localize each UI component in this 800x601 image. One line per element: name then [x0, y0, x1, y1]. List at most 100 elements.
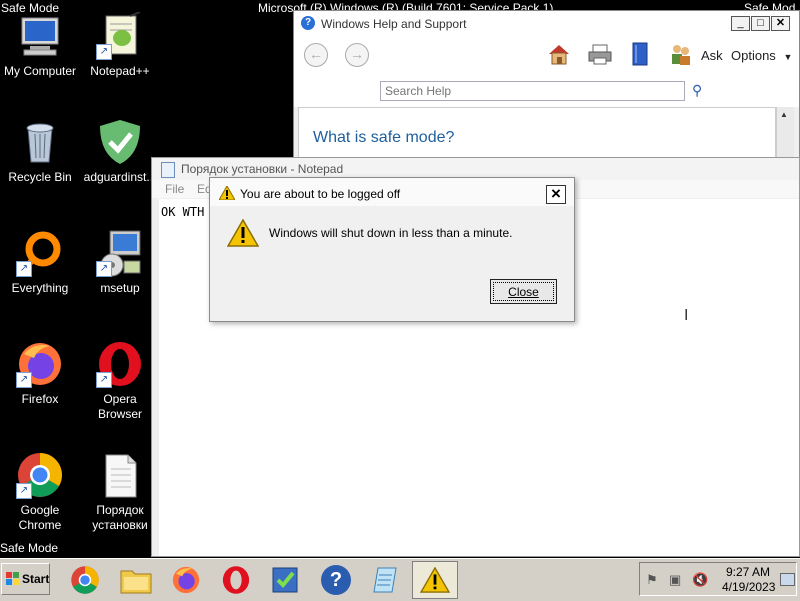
help-question-icon: ? — [321, 565, 351, 595]
dialog-close-x-button[interactable]: × — [546, 185, 566, 204]
scroll-up-icon[interactable]: ▲ — [780, 110, 788, 119]
desktop-icon-order-file[interactable]: Порядок установки — [80, 451, 160, 533]
search-help-input[interactable] — [380, 81, 685, 101]
chrome-icon: ↗ — [16, 451, 64, 499]
chrome-icon — [70, 565, 100, 598]
shortcut-arrow-icon: ↗ — [16, 483, 32, 499]
start-label: Start — [22, 572, 50, 586]
everything-search-icon: ↗ — [16, 229, 64, 277]
dialog-title: You are about to be logged off — [240, 187, 401, 201]
text-file-icon — [96, 451, 144, 499]
safe-mode-label-bottom-left: Safe Mode — [0, 541, 59, 555]
taskbar: Start ? ⚑ ▣ 🔇 9:27 AM 4/19/2023 — [0, 558, 800, 601]
desktop-icon-label: Everything — [11, 281, 69, 295]
desktop-icon-label: msetup — [100, 281, 140, 295]
home-icon[interactable] — [547, 43, 571, 65]
help-content-pane: What is safe mode? — [298, 107, 776, 159]
firefox-icon — [171, 565, 201, 598]
dialog-message: Windows will shut down in less than a mi… — [269, 226, 513, 240]
ask-label[interactable]: Ask — [701, 48, 723, 63]
help-search-bar: ⚲ — [294, 79, 799, 107]
close-button[interactable]: ✕ — [771, 16, 790, 31]
notepad-window-title: Порядок установки - Notepad — [181, 162, 344, 176]
taskbar-firefox-button[interactable] — [165, 562, 207, 598]
desktop-icon-msetup[interactable]: ↗ msetup — [80, 229, 160, 296]
setup-installer-icon: ↗ — [96, 229, 144, 277]
shortcut-arrow-icon: ↗ — [16, 372, 32, 388]
folder-icon — [120, 566, 152, 597]
ask-people-icon[interactable] — [670, 42, 692, 66]
shortcut-arrow-icon: ↗ — [96, 44, 112, 60]
opera-icon: ↗ — [96, 340, 144, 388]
volume-muted-icon[interactable]: 🔇 — [692, 572, 708, 588]
desktop-icon-label: Recycle Bin — [8, 170, 72, 184]
forward-icon[interactable]: → — [345, 43, 369, 67]
desktop-icon-label: Firefox — [21, 392, 59, 406]
action-center-flag-icon[interactable]: ⚑ — [646, 572, 658, 588]
desktop-icon-label: adguardinst... — [83, 170, 157, 184]
taskbar-check-tool-button[interactable] — [264, 562, 306, 598]
warning-large-icon — [226, 218, 260, 247]
desktop-icon-label: установки — [92, 518, 148, 532]
dialog-close-button[interactable]: Close — [490, 279, 557, 304]
maximize-button[interactable]: □ — [751, 16, 770, 31]
back-icon[interactable]: ← — [304, 43, 328, 67]
desktop-icon-adguard[interactable]: adguardinst... — [80, 118, 160, 185]
help-topic-heading: What is safe mode? — [313, 129, 455, 146]
desktop-icon-firefox[interactable]: ↗ Firefox — [0, 340, 80, 407]
computer-icon — [16, 12, 64, 60]
browse-help-book-icon[interactable] — [631, 42, 649, 66]
show-desktop-icon[interactable] — [780, 573, 795, 586]
dialog-title-bar[interactable]: You are about to be logged off × — [210, 178, 574, 206]
help-question-icon: ? — [301, 16, 315, 30]
desktop-icon-my-computer[interactable]: My Computer — [0, 12, 80, 79]
desktop-icon-label: Browser — [97, 407, 142, 421]
options-menu[interactable]: Options ▼ — [731, 48, 792, 63]
shortcut-arrow-icon: ↗ — [96, 261, 112, 277]
desktop-icon-opera[interactable]: ↗ Opera Browser — [80, 340, 160, 422]
system-tray: ⚑ ▣ 🔇 9:27 AM 4/19/2023 — [639, 562, 797, 596]
desktop-icon-label: Google — [20, 503, 60, 517]
start-button[interactable]: Start — [1, 563, 50, 595]
opera-icon — [221, 565, 251, 598]
taskbar-explorer-button[interactable] — [115, 562, 157, 598]
notepadpp-icon: ↗ — [96, 11, 144, 60]
help-window-title: Windows Help and Support — [321, 17, 467, 31]
taskbar-opera-button[interactable] — [215, 562, 257, 598]
help-window[interactable]: ? Windows Help and Support _ □ ✕ ← → Ask… — [293, 10, 800, 160]
text-cursor-icon: I — [684, 307, 689, 324]
desktop-icon-everything[interactable]: ↗ Everything — [0, 229, 80, 296]
network-icon[interactable]: ▣ — [669, 572, 681, 588]
help-scrollbar[interactable]: ▲ — [776, 107, 794, 159]
print-icon[interactable] — [587, 43, 613, 65]
taskbar-logoff-warning-button[interactable] — [412, 561, 458, 599]
desktop-icon-label: Chrome — [18, 518, 62, 532]
desktop-icon-chrome[interactable]: ↗ Google Chrome — [0, 451, 80, 533]
notepad-icon — [161, 162, 175, 178]
help-toolbar: ← → Ask Options ▼ — [294, 35, 799, 80]
taskbar-notepad-button[interactable] — [364, 562, 406, 598]
desktop-icon-label: Opera — [103, 392, 137, 406]
taskbar-help-button[interactable]: ? — [315, 562, 357, 598]
desktop-icon-recycle-bin[interactable]: Recycle Bin — [0, 118, 80, 185]
menu-file[interactable]: File — [165, 182, 184, 196]
tray-time[interactable]: 9:27 AM — [726, 565, 770, 579]
desktop-icon-notepadpp[interactable]: ↗ Notepad++ — [80, 11, 160, 79]
recycle-bin-icon — [16, 118, 64, 166]
firefox-icon: ↗ — [16, 340, 64, 388]
shortcut-arrow-icon: ↗ — [16, 261, 32, 277]
tray-date[interactable]: 4/19/2023 — [722, 580, 775, 594]
notepad-icon — [370, 565, 400, 598]
windows-logo-icon — [6, 572, 20, 586]
minimize-button[interactable]: _ — [731, 16, 750, 31]
logoff-dialog[interactable]: You are about to be logged off × Windows… — [209, 177, 575, 322]
help-title-bar[interactable]: ? Windows Help and Support _ □ ✕ — [294, 11, 799, 35]
search-icon[interactable]: ⚲ — [692, 82, 702, 99]
options-label: Options — [731, 48, 776, 63]
shortcut-arrow-icon: ↗ — [96, 372, 112, 388]
warning-icon — [419, 566, 451, 596]
notepad-text-content: OK WTH — [161, 205, 205, 219]
warning-icon — [218, 184, 236, 201]
desktop-icon-label: Notepad++ — [90, 64, 150, 78]
taskbar-chrome-button[interactable] — [64, 562, 106, 598]
